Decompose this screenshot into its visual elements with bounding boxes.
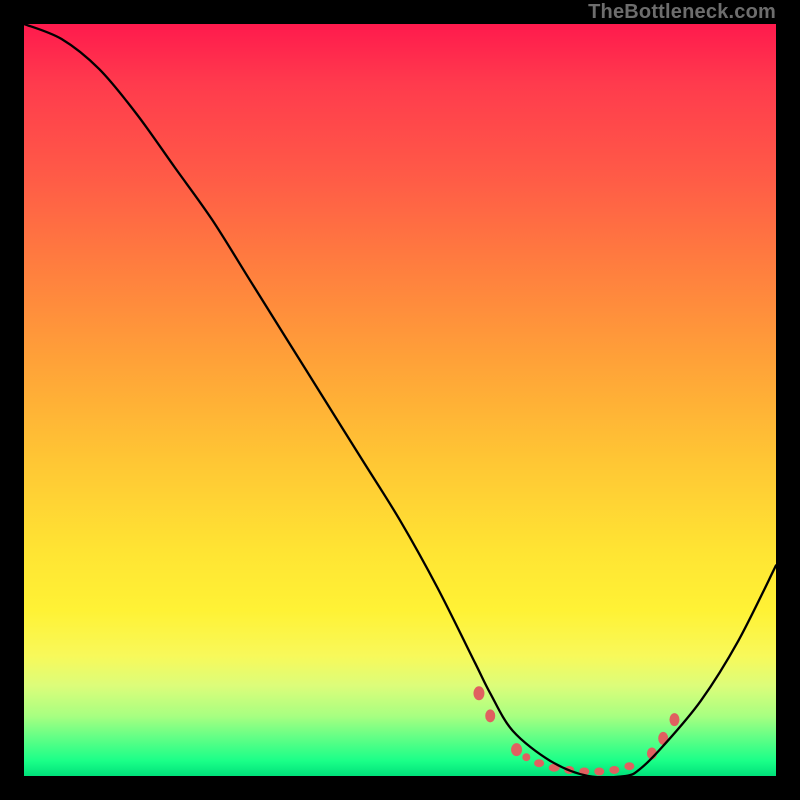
highlight-dot: [473, 686, 484, 700]
highlight-dot: [522, 753, 530, 761]
highlight-dot: [594, 767, 604, 775]
highlight-dot: [564, 766, 574, 774]
watermark-text: TheBottleneck.com: [588, 0, 776, 24]
chart-frame: TheBottleneck.com: [0, 0, 800, 800]
bottleneck-curve: [24, 24, 776, 776]
highlight-dot: [669, 713, 679, 726]
highlight-dot: [624, 762, 634, 770]
highlight-dot: [658, 732, 668, 745]
highlight-dot: [511, 743, 522, 756]
highlight-dot: [534, 759, 544, 767]
highlight-dot: [609, 766, 619, 774]
marker-group: [473, 686, 679, 775]
highlight-dot: [549, 764, 560, 772]
highlight-dot: [647, 747, 657, 759]
highlight-dot: [579, 767, 589, 775]
highlight-dot: [485, 709, 495, 722]
plot-area: [24, 24, 776, 776]
curve-layer: [24, 24, 776, 776]
